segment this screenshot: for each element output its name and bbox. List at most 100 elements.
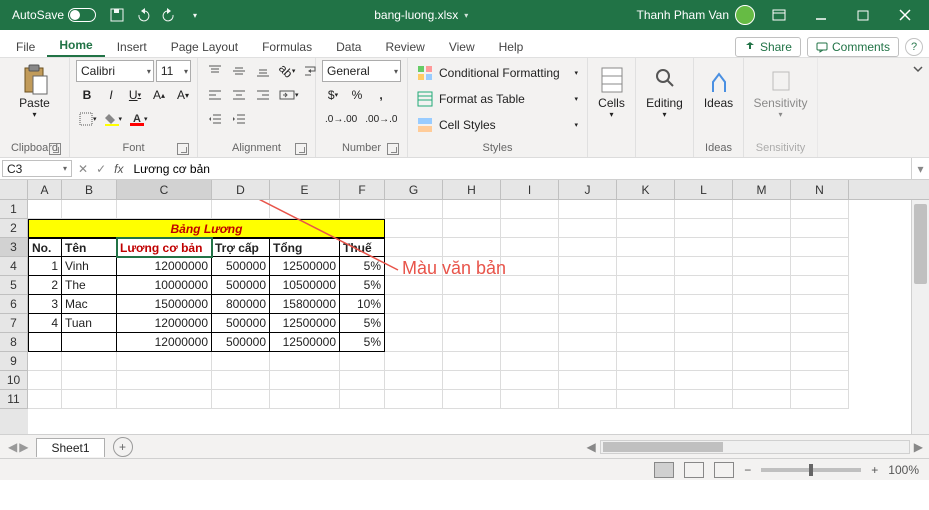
cell[interactable]: [270, 352, 340, 371]
column-header[interactable]: G: [385, 180, 443, 199]
cell[interactable]: 15000000: [117, 295, 212, 314]
cell[interactable]: [501, 352, 559, 371]
cells-button[interactable]: Cells▾: [594, 60, 629, 123]
tab-file[interactable]: File: [4, 36, 47, 57]
cell[interactable]: Tên: [62, 238, 117, 257]
cell[interactable]: 3: [28, 295, 62, 314]
increase-font-button[interactable]: A▴: [148, 84, 170, 106]
row-header[interactable]: 6: [0, 295, 28, 314]
collapse-ribbon-icon[interactable]: [907, 58, 929, 157]
tab-data[interactable]: Data: [324, 36, 373, 57]
formula-input[interactable]: [127, 158, 911, 179]
bold-button[interactable]: B: [76, 84, 98, 106]
cell[interactable]: [340, 352, 385, 371]
column-header[interactable]: L: [675, 180, 733, 199]
cell[interactable]: 12500000: [270, 314, 340, 333]
cell[interactable]: [791, 257, 849, 276]
row-header[interactable]: 4: [0, 257, 28, 276]
row-header[interactable]: 7: [0, 314, 28, 333]
cell[interactable]: [675, 333, 733, 352]
enter-formula-icon[interactable]: ✓: [96, 162, 106, 176]
cell[interactable]: Tuan: [62, 314, 117, 333]
tab-help[interactable]: Help: [487, 36, 536, 57]
cell[interactable]: [117, 352, 212, 371]
accounting-format-button[interactable]: $▾: [322, 84, 344, 106]
hscroll-right-icon[interactable]: ▶: [914, 440, 923, 454]
cell[interactable]: [28, 390, 62, 409]
cell[interactable]: [385, 333, 443, 352]
cell[interactable]: [385, 314, 443, 333]
cell[interactable]: [617, 219, 675, 238]
cell[interactable]: [212, 390, 270, 409]
share-button[interactable]: Share: [735, 37, 801, 57]
select-all-corner[interactable]: [0, 180, 28, 199]
tab-page-layout[interactable]: Page Layout: [159, 36, 250, 57]
number-format-combo[interactable]: General▾: [322, 60, 401, 82]
cell[interactable]: [617, 390, 675, 409]
zoom-level[interactable]: 100%: [888, 463, 919, 477]
cell[interactable]: 5%: [340, 276, 385, 295]
cell[interactable]: [385, 390, 443, 409]
name-box[interactable]: C3▾: [2, 160, 72, 177]
cell[interactable]: [270, 200, 340, 219]
cell[interactable]: [559, 238, 617, 257]
font-size-combo[interactable]: 11▾: [156, 60, 191, 82]
cell[interactable]: 10%: [340, 295, 385, 314]
cell[interactable]: [617, 238, 675, 257]
cell[interactable]: [617, 276, 675, 295]
cell[interactable]: [212, 352, 270, 371]
cell[interactable]: [559, 219, 617, 238]
cell[interactable]: [733, 219, 791, 238]
row-header[interactable]: 2: [0, 219, 28, 238]
horizontal-scrollbar[interactable]: [600, 440, 910, 454]
cell[interactable]: [733, 371, 791, 390]
zoom-in-icon[interactable]: +: [871, 463, 878, 477]
cell[interactable]: [675, 352, 733, 371]
cell[interactable]: 1: [28, 257, 62, 276]
cell[interactable]: No.: [28, 238, 62, 257]
cell[interactable]: [733, 295, 791, 314]
cell[interactable]: 5%: [340, 257, 385, 276]
tab-formulas[interactable]: Formulas: [250, 36, 324, 57]
ideas-button[interactable]: Ideas: [700, 60, 737, 114]
cell[interactable]: [501, 276, 559, 295]
cell[interactable]: [501, 238, 559, 257]
zoom-slider[interactable]: [761, 468, 861, 472]
cell[interactable]: [28, 352, 62, 371]
row-header[interactable]: 11: [0, 390, 28, 409]
cell[interactable]: [340, 371, 385, 390]
page-layout-view-icon[interactable]: [684, 462, 704, 478]
cell[interactable]: [28, 200, 62, 219]
cell[interactable]: Thuế: [340, 238, 385, 257]
cell[interactable]: [675, 219, 733, 238]
cell[interactable]: [733, 200, 791, 219]
cell[interactable]: [559, 276, 617, 295]
cell[interactable]: [617, 314, 675, 333]
cell[interactable]: [733, 238, 791, 257]
row-header[interactable]: 10: [0, 371, 28, 390]
italic-button[interactable]: I: [100, 84, 122, 106]
column-header[interactable]: M: [733, 180, 791, 199]
cell[interactable]: [385, 238, 443, 257]
vertical-scrollbar[interactable]: [911, 200, 929, 434]
cell[interactable]: [270, 390, 340, 409]
cell[interactable]: [791, 295, 849, 314]
cell[interactable]: [28, 371, 62, 390]
cell[interactable]: [675, 238, 733, 257]
save-icon[interactable]: [106, 4, 128, 26]
help-icon[interactable]: ?: [905, 38, 923, 56]
cell[interactable]: 4: [28, 314, 62, 333]
align-right-button[interactable]: [252, 84, 274, 106]
cell[interactable]: [733, 333, 791, 352]
cell[interactable]: 500000: [212, 314, 270, 333]
column-header[interactable]: J: [559, 180, 617, 199]
cell[interactable]: [791, 390, 849, 409]
ribbon-display-icon[interactable]: [761, 1, 797, 29]
cell[interactable]: [443, 200, 501, 219]
cell[interactable]: [559, 295, 617, 314]
column-header[interactable]: H: [443, 180, 501, 199]
row-header[interactable]: 3: [0, 238, 28, 257]
cell[interactable]: 5%: [340, 314, 385, 333]
cell[interactable]: [501, 295, 559, 314]
avatar[interactable]: [735, 5, 755, 25]
